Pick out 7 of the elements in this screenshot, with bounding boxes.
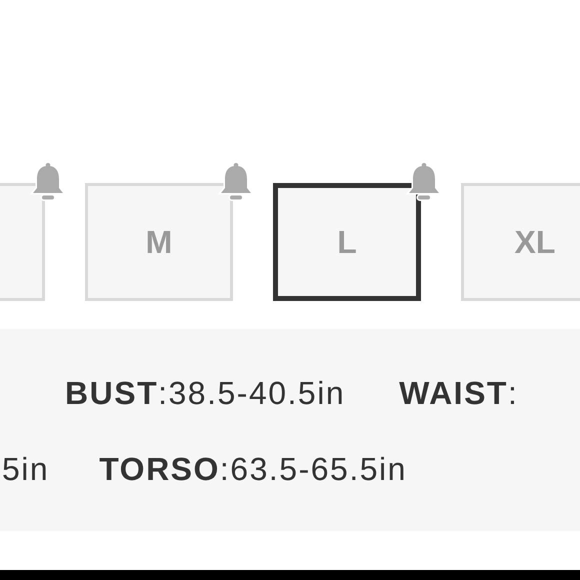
measurement-text: TORSO:63.5-65.5in [99,450,407,489]
measurement-text: WAIST: [399,374,518,413]
measurement-text: 5in [2,450,50,489]
size-option[interactable]: M [85,183,233,301]
size-option[interactable]: XL [461,183,580,301]
size-option[interactable]: L [273,183,421,301]
measurement-text: BUST:38.5-40.5in [65,374,346,413]
